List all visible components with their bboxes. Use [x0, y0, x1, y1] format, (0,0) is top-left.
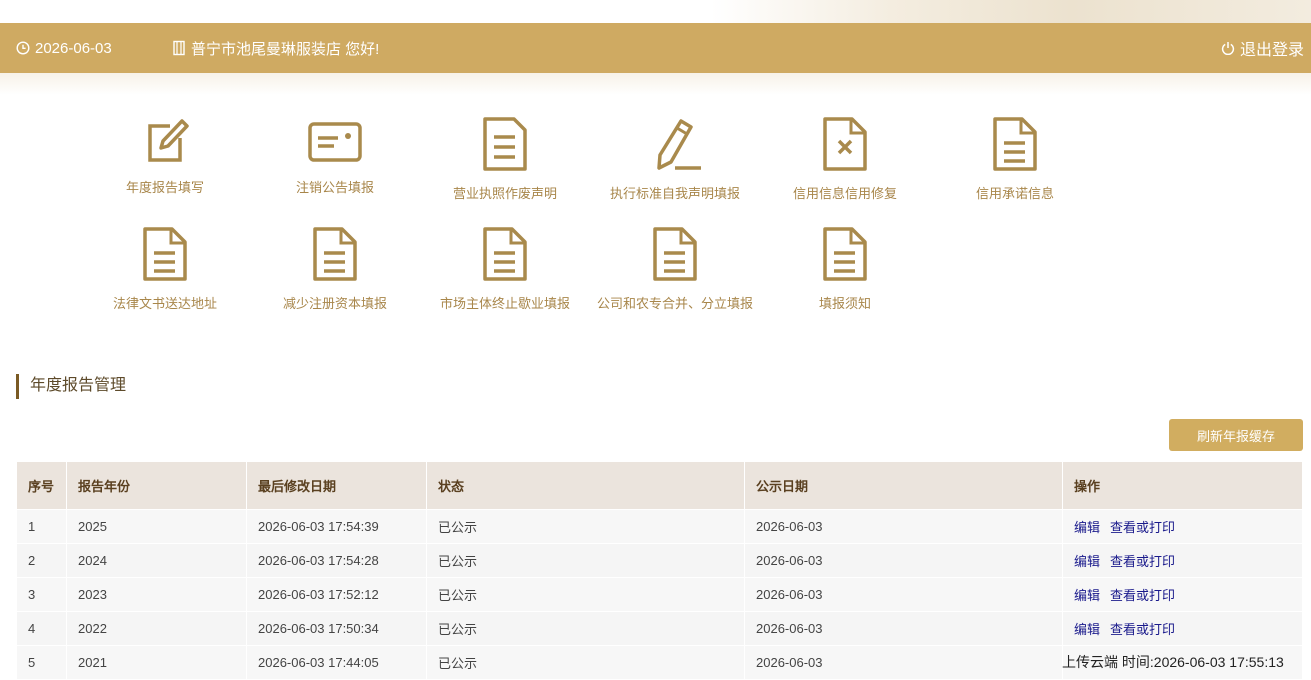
menu-label: 信用信息信用修复	[792, 186, 897, 201]
view-print-link[interactable]: 查看或打印	[1110, 588, 1175, 603]
menu-legal-address[interactable]: 法律文书送达地址	[80, 220, 250, 320]
cell-actions: 编辑 查看或打印	[1062, 577, 1303, 612]
menu-business-suspension[interactable]: 市场主体终止歇业填报	[420, 220, 590, 320]
cell-year: 2022	[66, 611, 247, 646]
edit-link[interactable]: 编辑	[1074, 520, 1100, 535]
cell-publish-date: 2026-06-03	[744, 577, 1063, 612]
document-icon	[483, 117, 527, 171]
table-header-row: 序号 报告年份 最后修改日期 状态 公示日期 操作	[16, 461, 1303, 510]
power-icon	[1221, 41, 1240, 55]
pencil-icon	[657, 119, 701, 170]
edit-link[interactable]: 编辑	[1074, 622, 1100, 637]
table-row: 3 2023 2026-06-03 17:52:12 已公示 2026-06-0…	[16, 577, 1303, 612]
cell-modified: 2026-06-03 17:44:05	[246, 645, 427, 680]
edit-icon	[148, 119, 189, 162]
cell-year: 2023	[66, 577, 247, 612]
cell-status: 已公示	[426, 543, 745, 578]
cell-modified: 2026-06-03 17:52:12	[246, 577, 427, 612]
cell-status: 已公示	[426, 577, 745, 612]
menu-label: 公司和农专合并、分立填报	[596, 296, 753, 311]
column-header: 公示日期	[744, 461, 1063, 510]
menu-capital-reduction[interactable]: 减少注册资本填报	[250, 220, 420, 320]
greeting-text: 普宁市池尾曼琳服装店 您好!	[191, 40, 380, 58]
view-print-link[interactable]: 查看或打印	[1110, 554, 1175, 569]
menu-merger-split[interactable]: 公司和农专合并、分立填报	[590, 220, 760, 320]
clock-icon	[16, 41, 35, 55]
menu-label: 市场主体终止歇业填报	[439, 296, 570, 311]
document-icon	[483, 227, 527, 281]
header-date: 2026-06-03	[16, 23, 112, 73]
cell-modified: 2026-06-03 17:50:34	[246, 611, 427, 646]
menu-label: 注销公告填报	[295, 180, 374, 195]
top-banner	[0, 0, 1311, 23]
edit-link[interactable]: 编辑	[1074, 588, 1100, 603]
cell-publish-date: 2026-06-03	[744, 645, 1063, 680]
menu-label: 减少注册资本填报	[282, 296, 387, 311]
cell-index: 2	[16, 543, 67, 578]
cell-modified: 2026-06-03 17:54:39	[246, 509, 427, 544]
cell-modified: 2026-06-03 17:54:28	[246, 543, 427, 578]
menu-label: 年度报告填写	[125, 180, 204, 195]
cell-year: 2021	[66, 645, 247, 680]
menu-label: 执行标准自我声明填报	[609, 186, 740, 201]
column-header: 操作	[1062, 461, 1303, 510]
cell-publish-date: 2026-06-03	[744, 543, 1063, 578]
cell-index: 1	[16, 509, 67, 544]
menu-label: 法律文书送达地址	[112, 296, 217, 311]
edit-link[interactable]: 编辑	[1074, 554, 1100, 569]
cell-year: 2024	[66, 543, 247, 578]
card-icon	[308, 122, 362, 162]
menu-annual-report[interactable]: 年度报告填写	[80, 110, 250, 210]
annual-report-table: 序号 报告年份 最后修改日期 状态 公示日期 操作 1 2025 2026-06…	[16, 461, 1303, 680]
header-bar: 2026-06-03 普宁市池尾曼琳服装店 您好! 退出登录	[0, 23, 1311, 73]
cell-status: 已公示	[426, 645, 745, 680]
column-header: 报告年份	[66, 461, 247, 510]
cell-actions: 编辑 查看或打印	[1062, 543, 1303, 578]
cell-actions: 编辑 查看或打印	[1062, 509, 1303, 544]
document-icon	[823, 227, 867, 281]
cell-year: 2025	[66, 509, 247, 544]
shop-icon	[172, 40, 191, 56]
menu-label: 营业执照作废声明	[452, 186, 557, 201]
table-row: 1 2025 2026-06-03 17:54:39 已公示 2026-06-0…	[16, 509, 1303, 544]
logout-label: 退出登录	[1239, 42, 1304, 59]
banner-decoration	[711, 0, 1311, 23]
menu-credit-repair[interactable]: 信用信息信用修复	[760, 110, 930, 210]
cell-publish-date: 2026-06-03	[744, 509, 1063, 544]
logout-button[interactable]: 退出登录	[1221, 23, 1304, 73]
column-header: 最后修改日期	[246, 461, 427, 510]
document-x-icon	[823, 117, 867, 171]
cell-index: 4	[16, 611, 67, 646]
document-icon	[993, 117, 1037, 171]
header-shadow	[0, 73, 1311, 95]
menu-standard-declaration[interactable]: 执行标准自我声明填报	[590, 110, 760, 210]
refresh-cache-button[interactable]: 刷新年报缓存	[1169, 419, 1303, 451]
cell-publish-date: 2026-06-03	[744, 611, 1063, 646]
date-text: 2026-06-03	[35, 39, 112, 57]
document-icon	[143, 227, 187, 281]
cell-actions: 编辑 查看或打印	[1062, 611, 1303, 646]
table-row: 4 2022 2026-06-03 17:50:34 已公示 2026-06-0…	[16, 611, 1303, 646]
menu-cancellation-notice[interactable]: 注销公告填报	[250, 110, 420, 210]
view-print-link[interactable]: 查看或打印	[1110, 622, 1175, 637]
header-greeting: 普宁市池尾曼琳服装店 您好!	[172, 23, 379, 73]
menu-label: 填报须知	[818, 296, 871, 311]
menu-license-void[interactable]: 营业执照作废声明	[420, 110, 590, 210]
menu-credit-commitment[interactable]: 信用承诺信息	[930, 110, 1100, 210]
section-title: 年度报告管理	[16, 374, 126, 399]
document-icon	[313, 227, 357, 281]
cell-status: 已公示	[426, 509, 745, 544]
menu-label: 信用承诺信息	[975, 186, 1054, 201]
cell-index: 3	[16, 577, 67, 612]
document-icon	[653, 227, 697, 281]
upload-status-overlay: 上传云端 时间:2026-06-03 17:55:13	[1062, 654, 1284, 670]
table-row: 2 2024 2026-06-03 17:54:28 已公示 2026-06-0…	[16, 543, 1303, 578]
view-print-link[interactable]: 查看或打印	[1110, 520, 1175, 535]
cell-status: 已公示	[426, 611, 745, 646]
column-header: 序号	[16, 461, 67, 510]
menu-filing-guide[interactable]: 填报须知	[760, 220, 930, 320]
column-header: 状态	[426, 461, 745, 510]
cell-index: 5	[16, 645, 67, 680]
